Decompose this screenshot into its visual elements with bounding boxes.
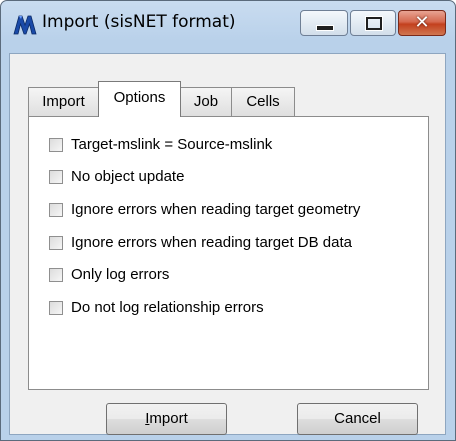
tab-label: Options <box>113 89 166 106</box>
import-button[interactable]: Import <box>106 403 227 435</box>
cancel-button[interactable]: Cancel <box>297 403 418 435</box>
minimize-button[interactable] <box>300 10 348 36</box>
checkbox[interactable] <box>49 268 63 282</box>
options-tab-panel: Target-mslink = Source-mslink No object … <box>28 116 429 390</box>
sisnet-app-icon <box>13 15 37 35</box>
option-label: Do not log relationship errors <box>71 299 264 316</box>
close-button[interactable]: ✕ <box>398 10 446 36</box>
tab-label: Job <box>193 93 219 110</box>
minimize-icon <box>316 25 334 31</box>
tab-label: Import <box>42 93 85 110</box>
checkbox[interactable] <box>49 170 63 184</box>
import-button-label: Import <box>145 410 188 427</box>
maximize-icon <box>366 17 382 30</box>
import-dialog-window: Import (sisNET format) ✕ Import Options … <box>0 0 456 441</box>
maximize-button[interactable] <box>350 10 396 36</box>
tab-options[interactable]: Options <box>98 81 181 117</box>
checkbox[interactable] <box>49 203 63 217</box>
tab-job[interactable]: Job <box>180 87 232 117</box>
cancel-button-label: Cancel <box>334 410 381 427</box>
tab-label: Cells <box>246 93 280 110</box>
checkbox[interactable] <box>49 301 63 315</box>
option-label: Target-mslink = Source-mslink <box>71 136 273 153</box>
checkbox[interactable] <box>49 138 63 152</box>
window-title: Import (sisNET format) <box>42 12 236 32</box>
tab-cells[interactable]: Cells <box>231 87 295 117</box>
close-icon: ✕ <box>414 12 430 33</box>
checkbox[interactable] <box>49 236 63 250</box>
option-label: Only log errors <box>71 266 170 283</box>
dialog-client-area: Import Options Job Cells Target-mslink =… <box>9 53 446 435</box>
option-label: Ignore errors when reading target geomet… <box>71 201 361 218</box>
title-bar[interactable]: Import (sisNET format) ✕ <box>1 1 455 45</box>
option-label: Ignore errors when reading target DB dat… <box>71 234 352 251</box>
option-label: No object update <box>71 168 185 185</box>
tab-import[interactable]: Import <box>28 87 99 117</box>
